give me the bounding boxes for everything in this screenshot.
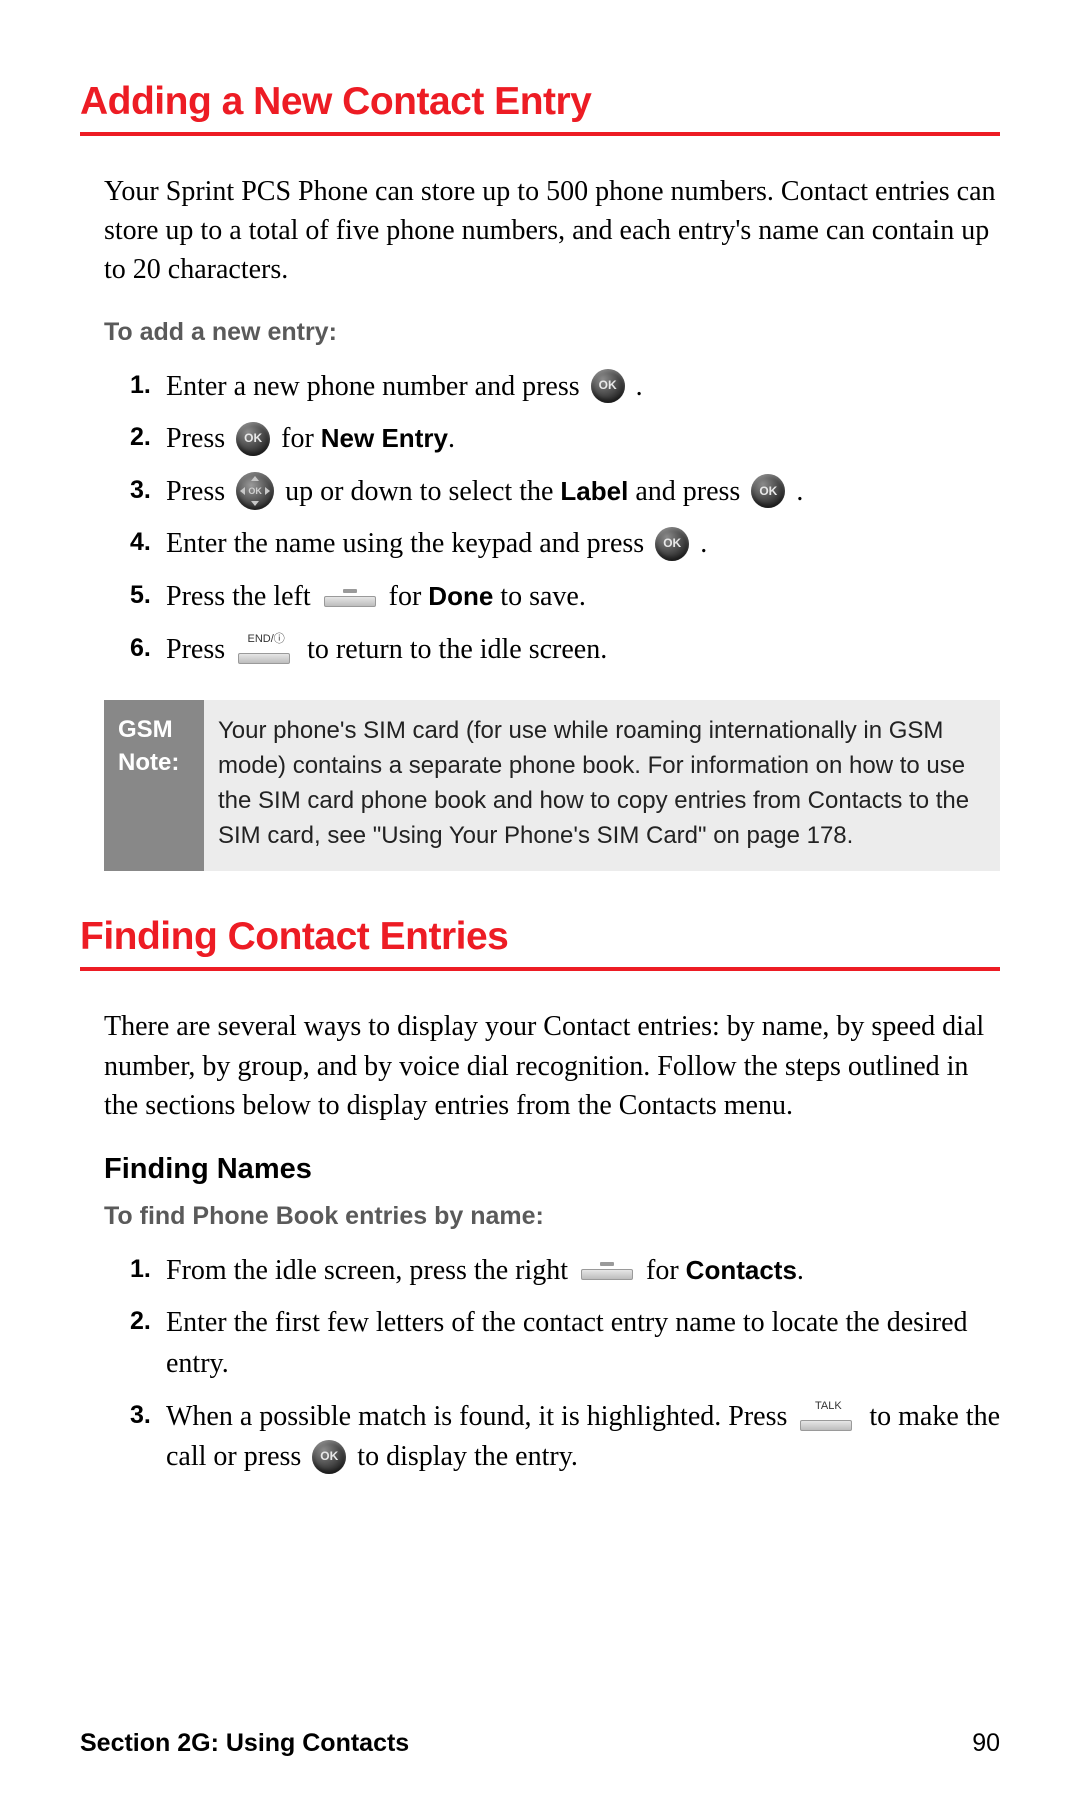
footer-page-number: 90 xyxy=(972,1729,1000,1758)
step-text: From the idle screen, press the right fo… xyxy=(166,1251,1000,1292)
bold-done: Done xyxy=(428,581,493,611)
subhead-add-entry: To add a new entry: xyxy=(104,318,1000,347)
ok-button-icon: OK xyxy=(312,1440,346,1474)
step-text: Press END/ⓘ to return to the idle screen… xyxy=(166,630,1000,671)
step-text: When a possible match is found, it is hi… xyxy=(166,1397,1000,1478)
ok-button-icon: OK xyxy=(751,474,785,508)
step-number: 1. xyxy=(130,367,166,403)
step-number: 4. xyxy=(130,524,166,560)
bold-label: Label xyxy=(560,476,628,506)
step-text: Enter a new phone number and press OK . xyxy=(166,367,1000,408)
intro-paragraph-2: There are several ways to display your C… xyxy=(104,1007,1000,1125)
note-label: GSM Note: xyxy=(104,700,204,871)
manual-page: Adding a New Contact Entry Your Sprint P… xyxy=(0,0,1080,1800)
step-text: Press OK up or down to select the Label … xyxy=(166,472,1000,513)
ok-button-icon: OK xyxy=(236,422,270,456)
navigation-button-icon: OK xyxy=(236,472,274,510)
steps-add-entry: 1. Enter a new phone number and press OK… xyxy=(104,367,1000,671)
step-text: Press the left for Done to save. xyxy=(166,577,1000,618)
step-number: 3. xyxy=(130,472,166,508)
steps-find-by-name: 1. From the idle screen, press the right… xyxy=(104,1251,1000,1478)
step-1: 1. From the idle screen, press the right… xyxy=(104,1251,1000,1292)
note-body: Your phone's SIM card (for use while roa… xyxy=(204,700,1000,871)
ok-button-icon: OK xyxy=(655,527,689,561)
step-5: 5. Press the left for Done to save. xyxy=(104,577,1000,618)
heading-finding-contacts: Finding Contact Entries xyxy=(80,915,1000,971)
step-number: 3. xyxy=(130,1397,166,1433)
talk-key-icon: TALK xyxy=(800,1403,856,1431)
step-4: 4. Enter the name using the keypad and p… xyxy=(104,524,1000,565)
step-3: 3. When a possible match is found, it is… xyxy=(104,1397,1000,1478)
step-number: 6. xyxy=(130,630,166,666)
step-text: Enter the first few letters of the conta… xyxy=(166,1303,1000,1384)
softkey-icon xyxy=(581,1262,633,1280)
footer-section: Section 2G: Using Contacts xyxy=(80,1729,409,1758)
step-number: 2. xyxy=(130,419,166,455)
bold-contacts: Contacts xyxy=(686,1255,797,1285)
step-3: 3. Press OK up or down to select the Lab… xyxy=(104,472,1000,513)
bold-new-entry: New Entry xyxy=(321,423,448,453)
intro-paragraph-1: Your Sprint PCS Phone can store up to 50… xyxy=(104,172,1000,290)
subhead-find-by-name: To find Phone Book entries by name: xyxy=(104,1202,1000,1231)
step-number: 2. xyxy=(130,1303,166,1339)
ok-button-icon: OK xyxy=(591,369,625,403)
step-number: 5. xyxy=(130,577,166,613)
step-text: Enter the name using the keypad and pres… xyxy=(166,524,1000,565)
step-2: 2. Press OK for New Entry. xyxy=(104,419,1000,460)
subheading-finding-names: Finding Names xyxy=(104,1153,1000,1186)
gsm-note-box: GSM Note: Your phone's SIM card (for use… xyxy=(104,700,1000,871)
step-number: 1. xyxy=(130,1251,166,1287)
heading-adding-contact: Adding a New Contact Entry xyxy=(80,80,1000,136)
page-footer: Section 2G: Using Contacts 90 xyxy=(80,1729,1000,1758)
end-key-icon: END/ⓘ xyxy=(238,636,294,664)
step-1: 1. Enter a new phone number and press OK… xyxy=(104,367,1000,408)
step-2: 2. Enter the first few letters of the co… xyxy=(104,1303,1000,1384)
step-6: 6. Press END/ⓘ to return to the idle scr… xyxy=(104,630,1000,671)
softkey-icon xyxy=(324,589,376,607)
step-text: Press OK for New Entry. xyxy=(166,419,1000,460)
